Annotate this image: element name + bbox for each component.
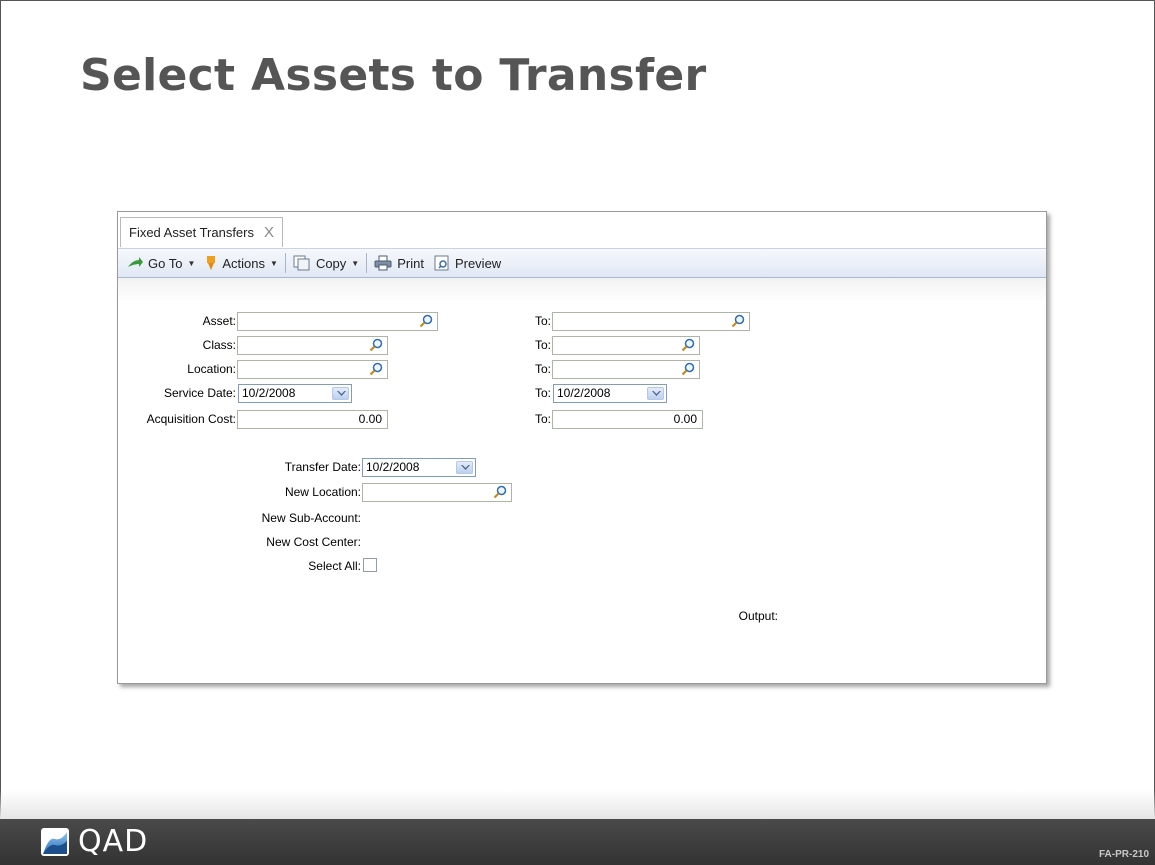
asset-label: Asset: [202,314,236,328]
print-label: Print [397,255,424,271]
transfer-date-value: 10/2/2008 [366,460,420,474]
acquisition-cost-to-input[interactable]: 0.00 [552,410,703,429]
asset-to-input[interactable] [552,312,750,331]
goto-arrow-icon [128,257,143,267]
tab-close-icon[interactable]: X [264,224,274,241]
print-button[interactable]: Print [369,255,429,271]
select-all-checkbox[interactable] [363,558,377,572]
actions-dropdown-icon: ▼ [270,258,278,268]
tab-label: Fixed Asset Transfers [129,225,254,240]
preview-label: Preview [454,255,502,271]
chevron-down-icon[interactable] [456,461,473,474]
footer-fade [0,790,1155,819]
acquisition-cost-input[interactable]: 0.00 [237,410,388,429]
search-icon[interactable] [369,362,383,376]
new-location-input[interactable] [362,483,512,502]
service-date-to-label: To: [534,386,551,400]
service-date-to-value: 10/2/2008 [557,386,611,400]
class-to-input[interactable] [552,336,700,355]
select-all-label: Select All: [308,559,361,573]
goto-dropdown-icon: ▼ [187,258,196,268]
actions-pin-icon [207,256,216,270]
chevron-down-icon[interactable] [647,387,664,400]
service-date-to-picker[interactable]: 10/2/2008 [553,384,667,403]
preview-icon [434,255,449,271]
asset-to-label: To: [534,314,551,328]
acquisition-cost-label: Acquisition Cost: [146,412,236,426]
copy-icon [293,255,310,271]
new-cost-center-label: New Cost Center: [266,535,361,549]
chevron-down-icon[interactable] [332,387,349,400]
search-icon[interactable] [493,485,507,499]
actions-button[interactable]: Actions ▼ [200,255,283,271]
transfer-date-picker[interactable]: 10/2/2008 [362,458,476,477]
search-icon[interactable] [681,362,695,376]
copy-label: Copy [315,255,347,271]
service-date-label: Service Date: [163,386,236,400]
transfer-date-label: Transfer Date: [284,460,361,474]
location-to-input[interactable] [552,360,700,379]
location-label: Location: [187,362,236,376]
output-label: Output: [738,609,778,623]
location-to-label: To: [534,362,551,376]
slide-code: FA-PR-210 [1098,849,1149,860]
footer-bar [0,819,1155,865]
search-icon[interactable] [419,314,433,328]
app-window: Fixed Asset Transfers X Go To ▼ Actions … [117,211,1047,684]
header-band [118,278,1046,300]
new-subaccount-label: New Sub-Account: [261,511,361,525]
class-label: Class: [202,338,236,352]
new-location-label: New Location: [284,485,361,499]
goto-button[interactable]: Go To ▼ [122,256,200,271]
tab-strip: Fixed Asset Transfers X [118,212,1046,248]
service-date-value: 10/2/2008 [242,386,296,400]
class-to-label: To: [534,338,551,352]
location-input[interactable] [237,360,388,379]
toolbar: Go To ▼ Actions ▼ Copy ▼ Print Preview [118,248,1046,278]
copy-dropdown-icon: ▼ [351,258,360,268]
search-icon[interactable] [731,314,745,328]
actions-label: Actions [222,255,266,271]
service-date-picker[interactable]: 10/2/2008 [238,384,352,403]
toolbar-separator [284,253,286,273]
print-icon [374,255,392,271]
asset-input[interactable] [237,312,438,331]
preview-button[interactable]: Preview [429,255,506,271]
transfer-form: Asset: To: Class: To: Location: To: Serv… [118,300,1046,680]
copy-button[interactable]: Copy ▼ [288,255,364,271]
goto-label: Go To [148,255,183,271]
tab-fixed-asset-transfers[interactable]: Fixed Asset Transfers X [120,217,284,247]
logo-text: QAD [78,824,149,859]
qad-logo-icon [41,827,69,856]
class-input[interactable] [237,336,388,355]
search-icon[interactable] [681,338,695,352]
slide-title: Select Assets to Transfer [80,50,707,101]
acquisition-cost-to-label: To: [534,412,551,426]
toolbar-separator [366,253,368,273]
search-icon[interactable] [369,338,383,352]
qad-logo: QAD [40,824,148,859]
